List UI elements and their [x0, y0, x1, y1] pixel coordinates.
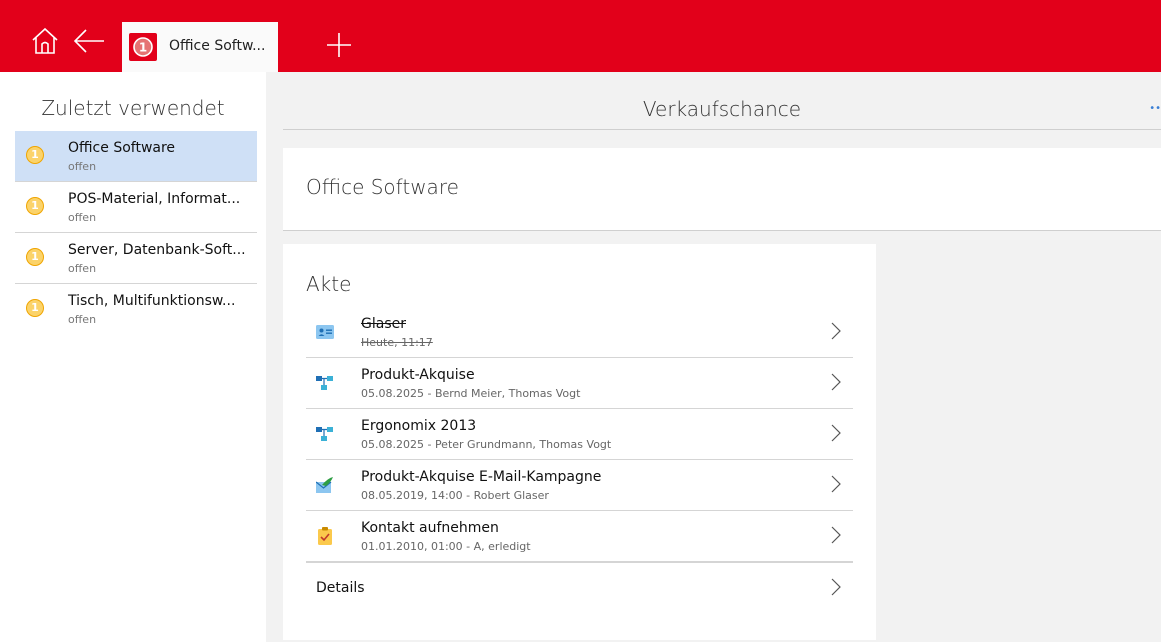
opportunity-icon: 1 — [129, 33, 157, 61]
item-subtitle: 01.01.2010, 01:00 - A, erledigt — [361, 540, 531, 553]
main-header: Verkaufschance •• — [283, 87, 1161, 130]
tab-label: Office Softw... — [169, 38, 266, 54]
home-icon[interactable] — [30, 26, 60, 56]
record-header-card: Office Software — [283, 148, 1161, 231]
top-bar: 1 Office Softw... — [0, 0, 1161, 72]
recent-item-pos-material[interactable]: 1 POS-Material, Informat... offen — [15, 182, 257, 233]
add-tab-icon[interactable] — [326, 32, 352, 58]
item-title: Ergonomix 2013 — [361, 418, 477, 434]
recent-item-server[interactable]: 1 Server, Datenbank-Soft... offen — [15, 233, 257, 284]
item-subtitle: 05.08.2025 - Peter Grundmann, Thomas Vog… — [361, 438, 612, 451]
recent-item-office-software[interactable]: 1 Office Software offen — [15, 131, 257, 182]
workflow-icon — [316, 376, 333, 390]
sidebar: Zuletzt verwendet 1 Office Software offe… — [0, 72, 266, 642]
recent-item-title: Office Software — [68, 140, 176, 156]
akte-item-email-kampagne[interactable]: Produkt-Akquise E-Mail-Kampagne 08.05.20… — [306, 460, 853, 511]
akte-item-ergonomix[interactable]: Ergonomix 2013 05.08.2025 - Peter Grundm… — [306, 409, 853, 460]
tab-office-software[interactable]: 1 Office Softw... — [122, 22, 278, 72]
task-clipboard-icon — [318, 527, 332, 545]
workflow-icon — [316, 427, 333, 441]
status-badge: 1 — [26, 248, 44, 266]
details-label: Details — [316, 580, 365, 596]
chevron-right-icon — [831, 475, 841, 493]
akte-item-kontakt-aufnehmen[interactable]: Kontakt aufnehmen 01.01.2010, 01:00 - A,… — [306, 511, 853, 562]
page-title: Verkaufschance — [642, 97, 802, 121]
recent-item-tisch[interactable]: 1 Tisch, Multifunktionsw... offen — [15, 284, 257, 334]
back-arrow-icon[interactable] — [72, 26, 106, 56]
akte-panel: Akte Glaser Heute, 11:17 Produkt-Akquise — [283, 244, 876, 640]
recent-item-title: Tisch, Multifunktionsw... — [68, 293, 236, 309]
chevron-right-icon — [831, 526, 841, 544]
item-title: Produkt-Akquise — [361, 367, 475, 383]
recent-item-status: offen — [68, 160, 97, 173]
akte-item-glaser[interactable]: Glaser Heute, 11:17 — [306, 307, 853, 358]
email-campaign-icon — [316, 477, 333, 493]
recent-item-title: POS-Material, Informat... — [68, 191, 241, 207]
chevron-right-icon — [831, 578, 841, 596]
item-subtitle: 05.08.2025 - Bernd Meier, Thomas Vogt — [361, 387, 581, 400]
tab-badge-number: 1 — [139, 41, 147, 55]
item-title: Glaser — [361, 316, 406, 332]
status-badge: 1 — [26, 197, 44, 215]
record-title: Office Software — [306, 175, 459, 199]
more-options-icon[interactable]: •• — [1149, 103, 1161, 114]
item-title: Produkt-Akquise E-Mail-Kampagne — [361, 469, 602, 485]
item-subtitle: Heute, 11:17 — [361, 336, 433, 349]
recent-item-title: Server, Datenbank-Soft... — [68, 242, 246, 258]
sidebar-title: Zuletzt verwendet — [41, 96, 225, 120]
status-badge: 1 — [26, 146, 44, 164]
contact-card-icon — [316, 325, 334, 339]
recent-item-status: offen — [68, 211, 97, 224]
recent-item-status: offen — [68, 313, 97, 326]
akte-item-produkt-akquise[interactable]: Produkt-Akquise 05.08.2025 - Bernd Meier… — [306, 358, 853, 409]
details-link[interactable]: Details — [306, 562, 853, 613]
status-badge: 1 — [26, 299, 44, 317]
recent-item-status: offen — [68, 262, 97, 275]
recent-list: 1 Office Software offen 1 POS-Material, … — [15, 131, 257, 334]
chevron-right-icon — [831, 322, 841, 340]
item-subtitle: 08.05.2019, 14:00 - Robert Glaser — [361, 489, 549, 502]
akte-list: Glaser Heute, 11:17 Produkt-Akquise 05.0… — [306, 307, 853, 613]
chevron-right-icon — [831, 373, 841, 391]
chevron-right-icon — [831, 424, 841, 442]
item-title: Kontakt aufnehmen — [361, 520, 499, 536]
akte-title: Akte — [306, 272, 352, 296]
